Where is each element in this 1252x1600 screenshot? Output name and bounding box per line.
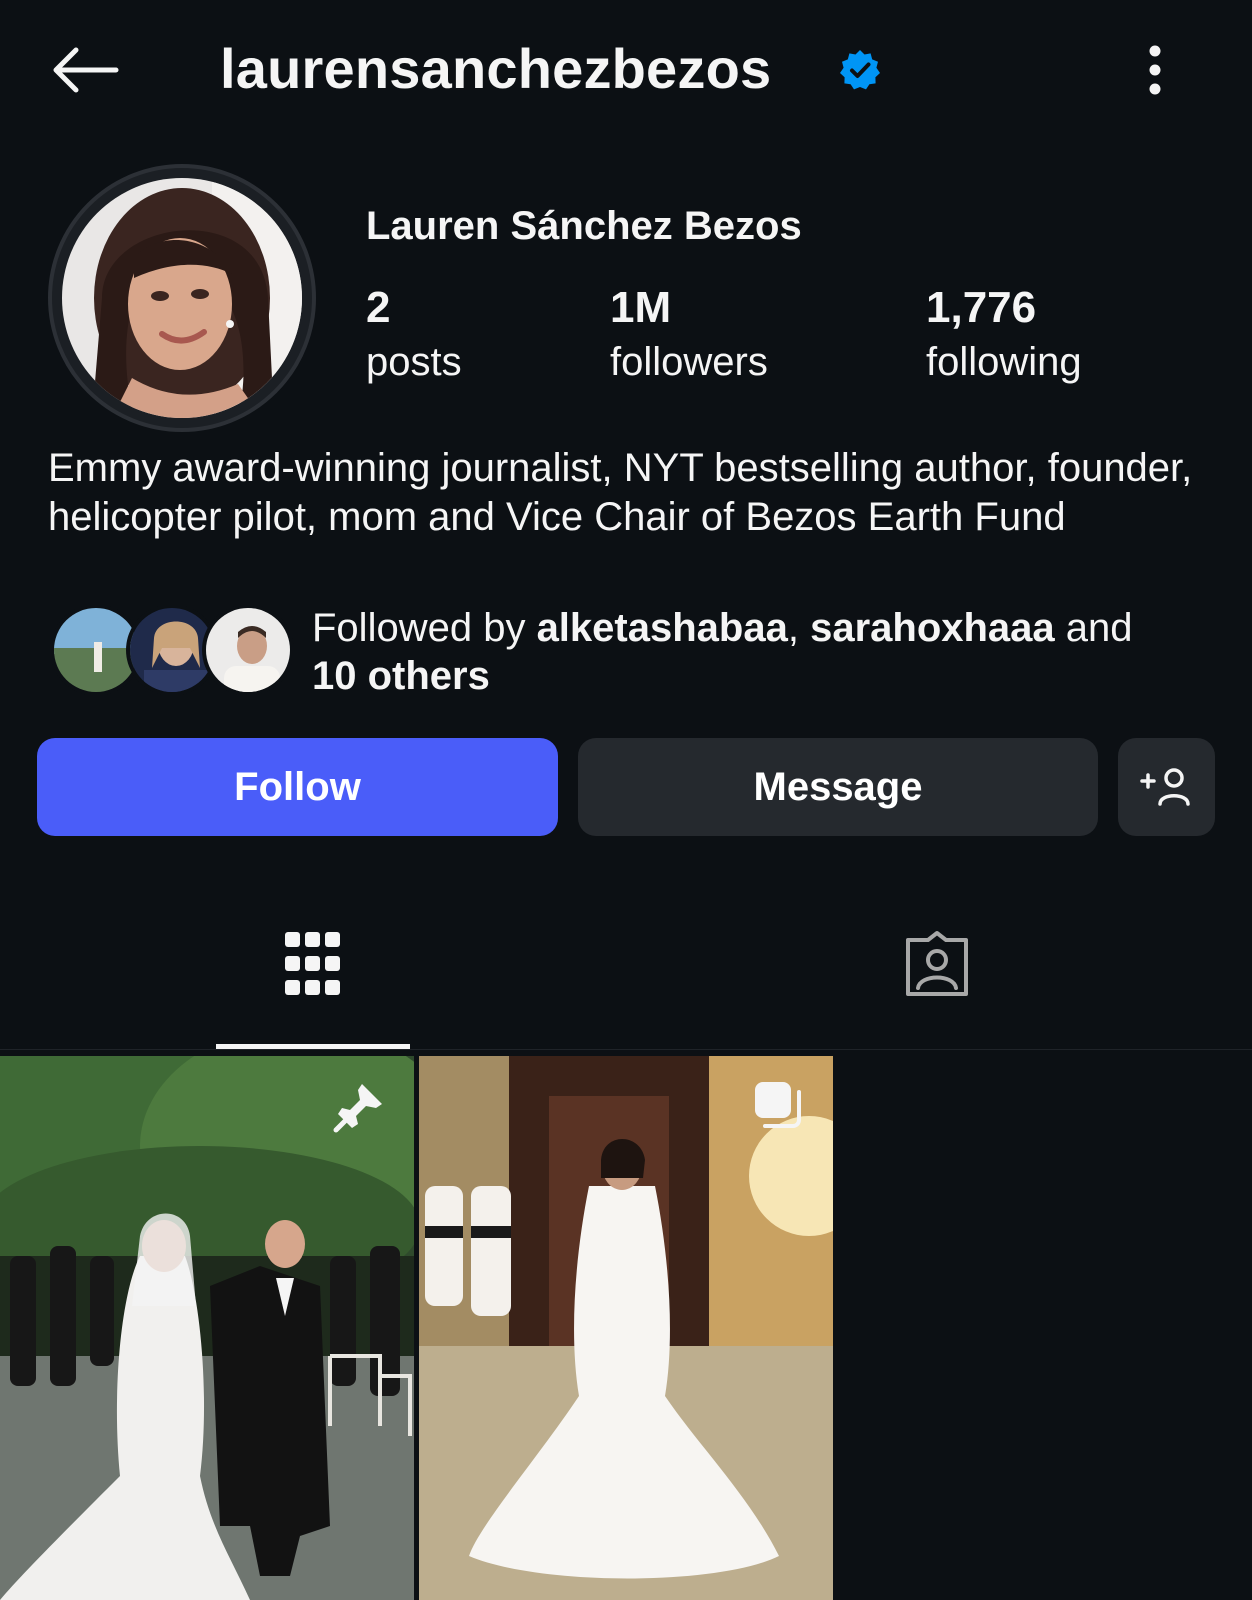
wedding-photo-indoor <box>419 1056 833 1600</box>
verified-badge-icon <box>840 50 880 90</box>
followed-by-separator: , <box>787 606 811 650</box>
tab-tagged[interactable] <box>840 930 1034 1050</box>
add-person-icon <box>1139 768 1190 806</box>
profile-username: laurensanchezbezos <box>220 37 772 100</box>
profile-bio: Emmy award-winning journalist, NYT bests… <box>48 446 1193 539</box>
followers-count: 1M <box>610 283 672 332</box>
tab-divider <box>0 1049 1252 1050</box>
mutual-username-1[interactable]: alketashabaa <box>537 606 788 650</box>
posts-count: 2 <box>366 283 391 332</box>
mutual-followers-avatars[interactable] <box>50 604 300 700</box>
top-bar: laurensanchezbezos <box>0 0 1252 140</box>
following-label: following <box>926 340 1082 384</box>
followed-by-text[interactable]: Followed by alketashabaa, sarahoxhaaa an… <box>312 604 1212 700</box>
tagged-person-icon <box>906 931 968 996</box>
more-options-button[interactable] <box>1134 38 1176 102</box>
follow-button[interactable]: Follow <box>37 738 558 836</box>
post-thumbnail[interactable] <box>0 1056 414 1600</box>
carousel-icon <box>755 1082 801 1128</box>
followers-label: followers <box>610 340 768 384</box>
message-button[interactable]: Message <box>578 738 1098 836</box>
mutual-others-count[interactable]: 10 others <box>312 654 490 698</box>
back-button[interactable] <box>44 38 124 102</box>
followed-by-joiner: and <box>1054 606 1133 650</box>
arrow-left-icon <box>53 47 119 93</box>
avatar-photo <box>62 178 302 418</box>
wedding-photo-outdoor <box>0 1056 414 1600</box>
profile-page: laurensanchezbezos Lauren Sánchez Bezos … <box>0 0 1252 1600</box>
posts-label: posts <box>366 340 462 384</box>
posts-stat[interactable]: 2 posts <box>366 282 462 390</box>
post-thumbnail[interactable] <box>419 1056 833 1600</box>
followers-stat[interactable]: 1M followers <box>610 282 768 390</box>
display-name: Lauren Sánchez Bezos <box>366 204 802 248</box>
tab-posts-grid[interactable] <box>216 930 410 1050</box>
pin-icon <box>333 1084 382 1133</box>
more-vertical-icon <box>1149 45 1161 95</box>
mutual-avatar <box>202 604 294 696</box>
suggested-accounts-button[interactable] <box>1118 738 1215 836</box>
following-count: 1,776 <box>926 283 1037 332</box>
followed-by-prefix: Followed by <box>312 606 537 650</box>
mutual-username-2[interactable]: sarahoxhaaa <box>810 606 1055 650</box>
following-stat[interactable]: 1,776 following <box>926 282 1082 390</box>
grid-icon <box>285 932 340 995</box>
avatar[interactable] <box>62 178 302 418</box>
